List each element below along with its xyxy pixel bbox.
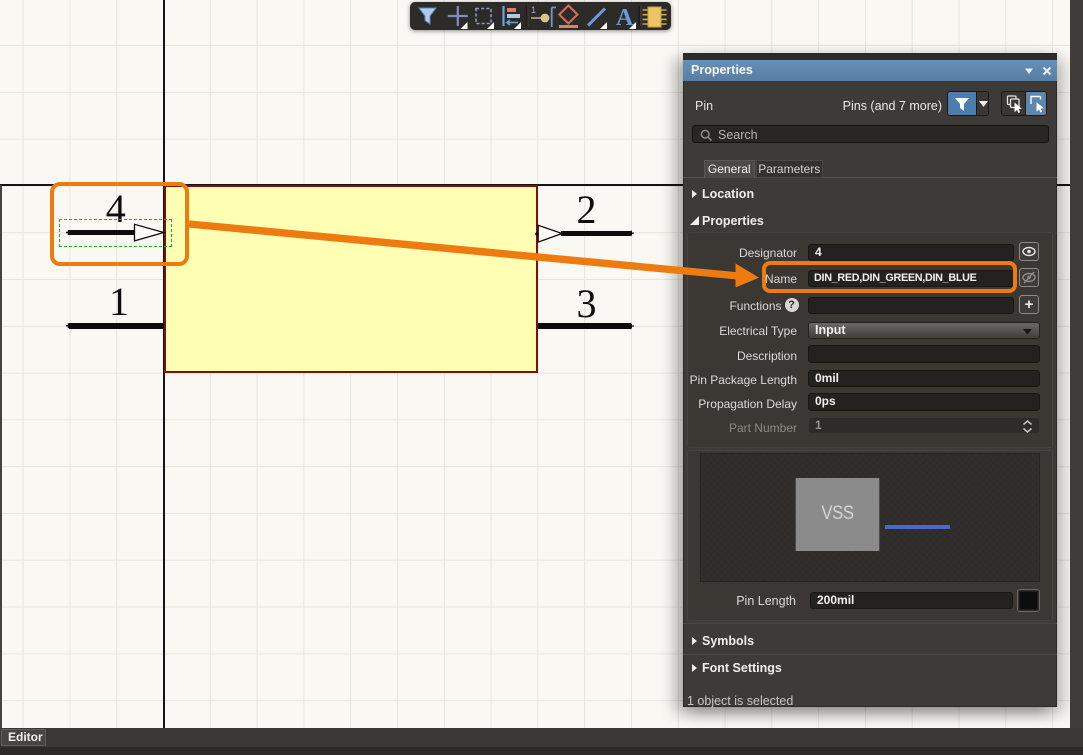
svg-text:A: A bbox=[616, 5, 634, 30]
svg-text:1: 1 bbox=[531, 5, 536, 15]
